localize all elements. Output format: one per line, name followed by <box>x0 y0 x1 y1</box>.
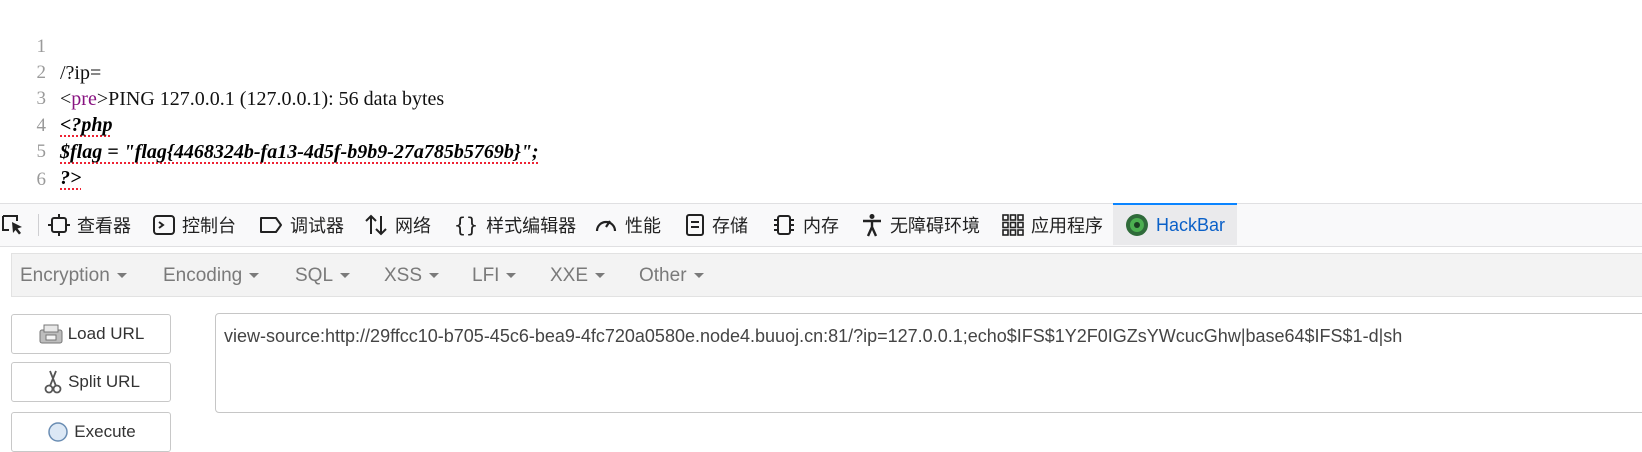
menu-xss[interactable]: XSS <box>384 254 440 298</box>
accessibility-icon <box>863 214 881 237</box>
tab-debugger[interactable]: 调试器 <box>259 204 344 246</box>
source-line: 4 $flag = "flag{4468324b-fa13-4d5f-b9b9-… <box>0 87 539 163</box>
tab-inspector[interactable]: 查看器 <box>48 204 131 246</box>
tab-hackbar[interactable]: HackBar <box>1113 203 1237 245</box>
tab-label: 控制台 <box>182 216 236 236</box>
storage-icon <box>686 214 704 236</box>
tab-console[interactable]: 控制台 <box>153 204 236 246</box>
source-line: 1 /?ip= <box>0 8 102 84</box>
performance-icon <box>595 220 617 232</box>
split-url-button[interactable]: Split URL <box>11 362 171 402</box>
tab-style-editor[interactable]: {} 样式编辑器 <box>454 204 576 246</box>
menu-encoding[interactable]: Encoding <box>163 254 260 298</box>
source-line: 3 <?php <box>0 60 113 136</box>
network-icon <box>365 214 387 236</box>
ping-output: PING 127.0.0.1 (127.0.0.1): 56 data byte… <box>108 88 445 110</box>
view-source-pane: 1 /?ip= 2 <pre>PING 127.0.0.1 (127.0.0.1… <box>0 0 1642 204</box>
flag-statement: $flag = "flag{4468324b-fa13-4d5f-b9b9-27… <box>60 141 539 163</box>
tab-label: 无障碍环境 <box>890 216 980 236</box>
menu-label: SQL <box>295 265 334 286</box>
menu-label: Other <box>639 265 687 286</box>
line-number: 6 <box>36 169 47 190</box>
caret-down-icon <box>595 273 606 279</box>
execute-button[interactable]: Execute <box>11 412 171 452</box>
caret-down-icon <box>693 273 704 279</box>
source-line: 5 ?> <box>0 113 82 189</box>
menu-lfi[interactable]: LFI <box>472 254 517 298</box>
source-code: /?ip= <box>60 62 102 84</box>
tab-performance[interactable]: 性能 <box>594 204 661 246</box>
application-icon <box>1002 214 1024 236</box>
tab-label: 内存 <box>803 216 839 236</box>
debugger-icon <box>260 217 282 233</box>
tab-application[interactable]: 应用程序 <box>1002 204 1103 246</box>
tab-label: 网络 <box>395 216 431 236</box>
element-picker-icon <box>2 215 22 235</box>
tab-label: HackBar <box>1155 214 1225 235</box>
tag-name: pre <box>71 88 97 110</box>
tab-label: 应用程序 <box>1031 216 1103 236</box>
tag-bracket: < <box>60 88 72 110</box>
tab-label: 查看器 <box>77 216 131 236</box>
menu-label: Encoding <box>163 265 243 286</box>
inspector-icon <box>48 214 70 236</box>
element-picker-button[interactable] <box>0 204 33 246</box>
menu-xxe[interactable]: XXE <box>550 254 606 298</box>
tab-label: 性能 <box>625 216 661 236</box>
hackbar-menu-bar: Encryption Encoding SQL XSS LFI XXE Othe… <box>11 253 1642 297</box>
php-open-tag: <?php <box>60 114 113 136</box>
hackbar-logo-icon <box>1125 214 1148 236</box>
devtools-toolbar: 查看器 控制台 调试器 网络 {} 样式编辑器 性能 存储 内存 无障碍环境 应… <box>0 203 1642 247</box>
menu-label: LFI <box>472 265 500 286</box>
button-label: Load URL <box>67 324 145 343</box>
source-code: <pre>PING 127.0.0.1 (127.0.0.1): 56 data… <box>60 86 444 112</box>
button-label: Split URL <box>68 372 140 391</box>
tab-accessibility[interactable]: 无障碍环境 <box>861 204 980 246</box>
php-close-tag: ?> <box>60 167 82 189</box>
tab-memory[interactable]: 内存 <box>772 204 839 246</box>
toolbar-separator <box>38 214 39 236</box>
menu-label: XSS <box>384 265 423 286</box>
style-editor-icon: {} <box>454 213 479 237</box>
tab-label: 调试器 <box>290 216 344 236</box>
caret-down-icon <box>429 273 440 279</box>
tab-label: 样式编辑器 <box>486 216 577 236</box>
caret-down-icon <box>116 273 127 279</box>
menu-other[interactable]: Other <box>639 254 704 298</box>
caret-down-icon <box>340 273 351 279</box>
button-label: Execute <box>74 422 136 441</box>
tab-network[interactable]: 网络 <box>364 204 431 246</box>
tab-storage[interactable]: 存储 <box>685 204 748 246</box>
menu-sql[interactable]: SQL <box>295 254 351 298</box>
console-icon <box>153 215 175 235</box>
tag-bracket: > <box>96 88 109 110</box>
menu-label: Encryption <box>20 265 110 286</box>
caret-down-icon <box>506 273 517 279</box>
execute-icon <box>48 422 69 442</box>
memory-icon <box>774 215 794 235</box>
tab-label: 存储 <box>712 216 748 236</box>
source-line: 6 <box>0 141 47 190</box>
caret-down-icon <box>249 273 260 279</box>
source-line: 2 <pre>PING 127.0.0.1 (127.0.0.1): 56 da… <box>0 34 445 110</box>
menu-encryption[interactable]: Encryption <box>20 254 127 298</box>
menu-label: XXE <box>550 265 589 286</box>
load-url-icon <box>39 324 63 344</box>
load-url-button[interactable]: Load URL <box>11 314 171 354</box>
scissors-icon <box>44 370 62 394</box>
url-textarea[interactable]: view-source:http://29ffcc10-b705-45c6-be… <box>215 313 1642 413</box>
